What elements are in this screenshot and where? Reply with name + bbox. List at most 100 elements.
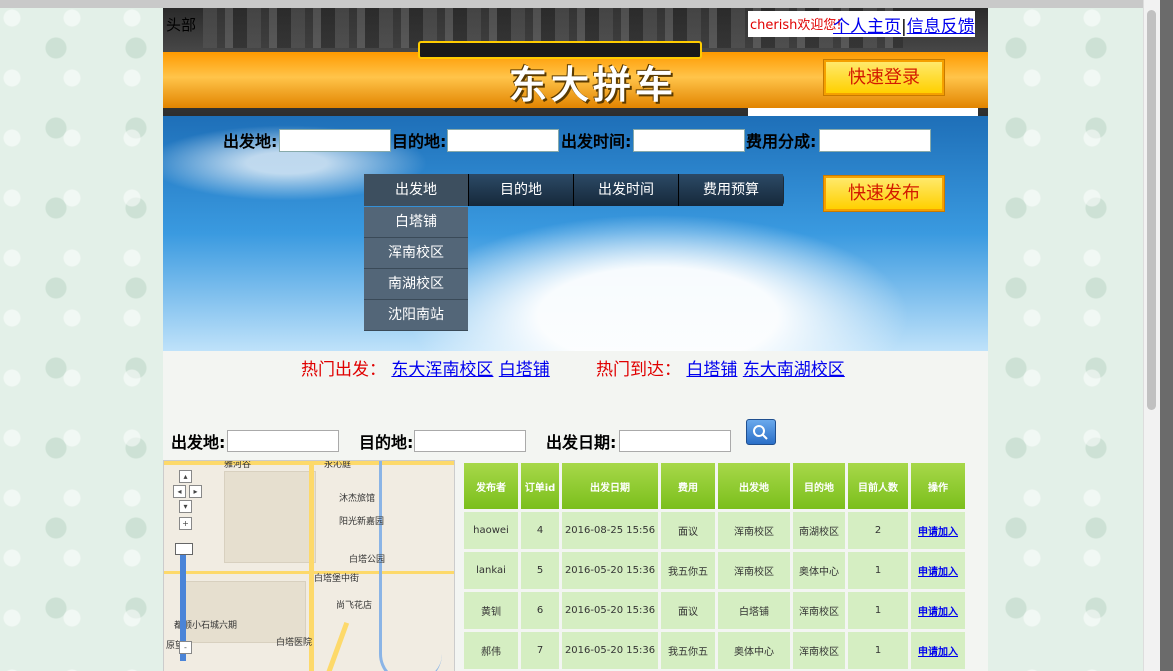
table-row: 郝伟 7 2016-05-20 15:36 我五你五 奥体中心 浑南校区 1 申… xyxy=(464,632,965,671)
tab-destination[interactable]: 目的地 xyxy=(469,174,574,206)
cell-publisher: lankai xyxy=(464,552,518,592)
col-publisher: 发布者 xyxy=(464,463,518,512)
depart-field-label: 出发地: xyxy=(223,132,278,151)
zoom-out-icon[interactable]: - xyxy=(179,641,192,654)
cell-publisher: haowei xyxy=(464,512,518,552)
hot-arrive-link-baitapu[interactable]: 白塔铺 xyxy=(686,360,737,380)
cell-action: 申请加入 xyxy=(911,632,965,671)
cell-depart: 浑南校区 xyxy=(718,512,790,552)
time-input[interactable] xyxy=(633,129,745,152)
col-order-id: 订单id xyxy=(521,463,559,512)
filter-date-input[interactable] xyxy=(619,430,731,452)
cell-depart: 浑南校区 xyxy=(718,552,790,592)
col-depart: 出发地 xyxy=(718,463,790,512)
zoom-in-icon[interactable]: + xyxy=(179,517,192,530)
table-row: lankai 5 2016-05-20 15:36 我五你五 浑南校区 奥体中心… xyxy=(464,552,965,592)
pan-up-icon[interactable]: ▴ xyxy=(179,470,192,483)
table-row: 黄钏 6 2016-05-20 15:36 面议 白塔铺 浑南校区 1 申请加入 xyxy=(464,592,965,632)
quick-login-button[interactable]: 快速登录 xyxy=(824,60,944,95)
cell-cost: 我五你五 xyxy=(661,632,715,671)
cell-depart: 奥体中心 xyxy=(718,632,790,671)
depart-input[interactable] xyxy=(279,129,391,152)
cell-depart-date: 2016-05-20 15:36 xyxy=(562,552,658,592)
profile-link[interactable]: 个人主页 xyxy=(833,17,901,37)
cell-people: 2 xyxy=(848,512,908,552)
feedback-link[interactable]: 信息反馈 xyxy=(907,17,975,37)
scrollbar-thumb[interactable] xyxy=(1147,10,1156,410)
hot-depart-label: 热门出发： xyxy=(301,360,386,380)
cell-action: 申请加入 xyxy=(911,552,965,592)
apply-join-link[interactable]: 申请加入 xyxy=(918,607,958,618)
pan-left-icon[interactable]: ◂ xyxy=(173,485,186,498)
cell-depart-date: 2016-05-20 15:36 xyxy=(562,632,658,671)
cell-order-id: 6 xyxy=(521,592,559,632)
cell-destination: 奥体中心 xyxy=(793,552,845,592)
cell-people: 1 xyxy=(848,552,908,592)
filter-depart-label: 出发地: xyxy=(171,433,226,452)
hot-arrive: 热门到达： 白塔铺 东大南湖校区 xyxy=(596,355,845,380)
cell-cost: 我五你五 xyxy=(661,552,715,592)
top-links: 个人主页|信息反馈 xyxy=(833,12,975,37)
apply-join-link[interactable]: 申请加入 xyxy=(918,567,958,578)
dropdown-item-baitapu[interactable]: 白塔铺 xyxy=(364,207,468,238)
quick-publish-button[interactable]: 快速发布 xyxy=(824,176,944,211)
site-header: 东大拼车 头部 cherish欢迎您! 个人主页|信息反馈 快速登录 xyxy=(163,8,988,116)
pan-down-icon[interactable]: ▾ xyxy=(179,500,192,513)
filter-destination-label: 目的地: xyxy=(359,433,414,452)
hot-depart: 热门出发： 东大浑南校区 白塔铺 xyxy=(301,355,550,380)
header-white-strip xyxy=(748,108,978,116)
table-row: haowei 4 2016-08-25 15:56 面议 浑南校区 南湖校区 2… xyxy=(464,512,965,552)
cell-destination: 南湖校区 xyxy=(793,512,845,552)
hot-depart-link-hunnan[interactable]: 东大浑南校区 xyxy=(391,360,493,380)
dropdown-item-shenyang-south[interactable]: 沈阳南站 xyxy=(364,300,468,331)
magnifier-icon xyxy=(753,425,768,440)
depart-dropdown: 白塔铺 浑南校区 南湖校区 沈阳南站 xyxy=(364,207,468,331)
zoom-slider-knob[interactable] xyxy=(175,543,193,555)
tab-depart[interactable]: 出发地 xyxy=(364,174,469,206)
apply-join-link[interactable]: 申请加入 xyxy=(918,527,958,538)
browser-top-edge xyxy=(0,0,1173,8)
cell-destination: 浑南校区 xyxy=(793,632,845,671)
dropdown-item-hunnan[interactable]: 浑南校区 xyxy=(364,238,468,269)
tab-depart-time[interactable]: 出发时间 xyxy=(574,174,679,206)
dropdown-item-nanhu[interactable]: 南湖校区 xyxy=(364,269,468,300)
map-road xyxy=(323,621,350,671)
poi-label: 永沁庭 xyxy=(324,460,352,470)
poi-label: 尚飞花店 xyxy=(336,601,373,611)
cost-field-label: 费用分成: xyxy=(746,132,817,151)
col-action: 操作 xyxy=(911,463,965,512)
cost-input[interactable] xyxy=(819,129,931,152)
site-title: 东大拼车 xyxy=(508,63,677,107)
cell-depart-date: 2016-05-20 15:36 xyxy=(562,592,658,632)
search-button[interactable] xyxy=(746,419,776,445)
cell-publisher: 黄钏 xyxy=(464,592,518,632)
cell-cost: 面议 xyxy=(661,592,715,632)
map-block xyxy=(184,581,306,643)
table-header-row: 发布者 订单id 出发日期 费用 出发地 目的地 目前人数 操作 xyxy=(464,463,965,512)
welcome-text: cherish欢迎您! xyxy=(750,18,842,33)
destination-input[interactable] xyxy=(447,129,559,152)
poi-label: 雅河谷 xyxy=(224,460,252,470)
cell-cost: 面议 xyxy=(661,512,715,552)
orders-table: 发布者 订单id 出发日期 费用 出发地 目的地 目前人数 操作 haowei … xyxy=(461,463,968,671)
cell-publisher: 郝伟 xyxy=(464,632,518,671)
cell-order-id: 5 xyxy=(521,552,559,592)
filter-depart-input[interactable] xyxy=(227,430,339,452)
cell-destination: 浑南校区 xyxy=(793,592,845,632)
poi-label: 白塔医院 xyxy=(276,638,313,648)
map[interactable]: 雅河谷 永沁庭 沐杰旅馆 阳光新嘉园 白塔公园 白塔堡中街 尚飞花店 都顺小石城… xyxy=(163,460,455,671)
cell-order-id: 4 xyxy=(521,512,559,552)
window-edge xyxy=(1160,0,1173,671)
poi-label: 阳光新嘉园 xyxy=(339,517,385,527)
tab-budget[interactable]: 费用预算 xyxy=(679,174,783,206)
cell-action: 申请加入 xyxy=(911,512,965,552)
apply-join-link[interactable]: 申请加入 xyxy=(918,647,958,658)
cell-order-id: 7 xyxy=(521,632,559,671)
filter-destination-input[interactable] xyxy=(414,430,526,452)
col-destination: 目的地 xyxy=(793,463,845,512)
map-river xyxy=(379,461,442,671)
hot-arrive-link-nanhu[interactable]: 东大南湖校区 xyxy=(743,360,845,380)
pan-right-icon[interactable]: ▸ xyxy=(189,485,202,498)
poi-label: 沐杰旅馆 xyxy=(339,494,376,504)
hot-depart-link-baitapu[interactable]: 白塔铺 xyxy=(499,360,550,380)
